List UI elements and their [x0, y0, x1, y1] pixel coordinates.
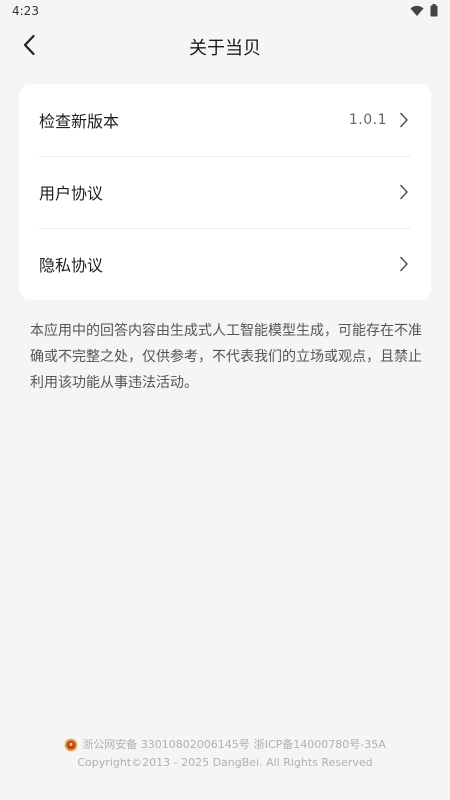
- wifi-icon: [410, 2, 424, 21]
- user-agreement-label: 用户协议: [39, 184, 104, 203]
- battery-icon: [430, 2, 438, 21]
- check-update-label: 检查新版本: [39, 112, 120, 131]
- version-value: 1.0.1: [348, 112, 387, 128]
- ai-disclaimer: 本应用中的回答内容由生成式人工智能模型生成，可能存在不准确或不完整之处，仅供参考…: [30, 323, 422, 391]
- copyright-text: Copyright©2013 - 2025 DangBei. All Right…: [77, 756, 373, 769]
- police-badge-icon: [64, 738, 78, 752]
- privacy-agreement-item[interactable]: 隐私协议: [19, 228, 431, 300]
- app-header: 关于当贝: [0, 22, 450, 70]
- chevron-right-icon: [397, 255, 411, 273]
- footer: 浙公网安备 33010802006145号 浙ICP备14000780号-35A…: [0, 736, 450, 772]
- settings-card: 检查新版本 1.0.1 用户协议 隐私协议: [19, 84, 431, 300]
- about-screen: 4:23 关于当贝 检查新版本 1.0.1 用户协议 隐私协议 本应用中的回答内…: [0, 0, 450, 800]
- privacy-agreement-label: 隐私协议: [39, 256, 104, 275]
- status-icons: [410, 2, 438, 21]
- page-title: 关于当贝: [189, 38, 261, 59]
- icp-record-link[interactable]: 浙ICP备14000780号-35A: [254, 736, 386, 754]
- chevron-right-icon: [397, 183, 411, 201]
- status-bar: 4:23: [0, 0, 450, 22]
- status-time: 4:23: [12, 4, 39, 18]
- user-agreement-item[interactable]: 用户协议: [19, 156, 431, 228]
- police-record-link[interactable]: 浙公网安备 33010802006145号: [82, 736, 249, 754]
- chevron-right-icon: [397, 111, 411, 129]
- record-line: 浙公网安备 33010802006145号 浙ICP备14000780号-35A: [0, 736, 450, 754]
- check-update-item[interactable]: 检查新版本 1.0.1: [19, 84, 431, 156]
